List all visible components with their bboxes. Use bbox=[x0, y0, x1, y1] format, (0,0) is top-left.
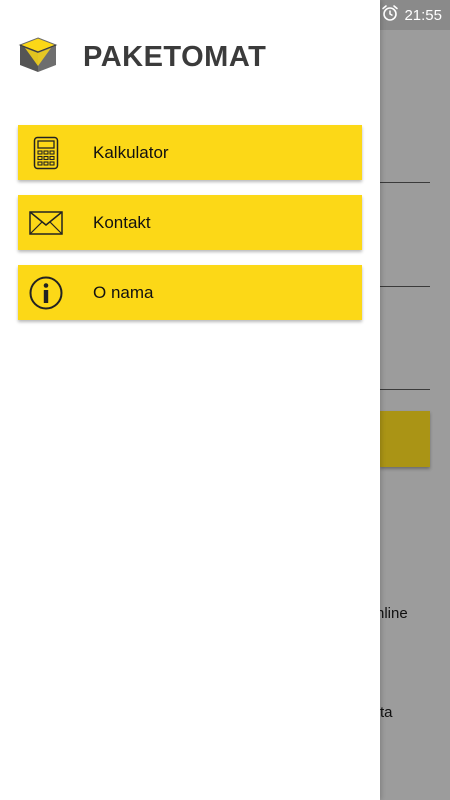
navigation-drawer: PAKETOMAT Kalkulator Kontakt O nama bbox=[0, 0, 380, 800]
menu-item-kalkulator[interactable]: Kalkulator bbox=[18, 125, 362, 180]
menu-item-o-nama[interactable]: O nama bbox=[18, 265, 362, 320]
background-text: ta bbox=[380, 704, 393, 721]
background-input-underline bbox=[380, 286, 430, 287]
menu-item-kontakt[interactable]: Kontakt bbox=[18, 195, 362, 250]
background-input-underline bbox=[380, 182, 430, 183]
menu-item-label: Kalkulator bbox=[93, 142, 169, 162]
menu-item-label: Kontakt bbox=[93, 212, 151, 232]
status-bar-right: 21:55 bbox=[381, 0, 442, 30]
info-icon bbox=[18, 276, 74, 310]
app-title: PAKETOMAT bbox=[83, 41, 267, 73]
background-text: nline bbox=[380, 605, 408, 622]
status-time: 21:55 bbox=[404, 6, 442, 24]
background-button bbox=[380, 411, 430, 467]
envelope-icon bbox=[18, 210, 74, 235]
package-box-icon bbox=[18, 36, 58, 79]
background-screen-scrim[interactable]: nline ta bbox=[380, 30, 450, 800]
calculator-icon bbox=[18, 136, 74, 170]
drawer-menu: Kalkulator Kontakt O nama bbox=[18, 125, 362, 335]
alarm-clock-icon bbox=[381, 4, 399, 26]
menu-item-label: O nama bbox=[93, 282, 154, 302]
drawer-header: PAKETOMAT bbox=[18, 36, 266, 79]
background-input-underline bbox=[380, 389, 430, 390]
